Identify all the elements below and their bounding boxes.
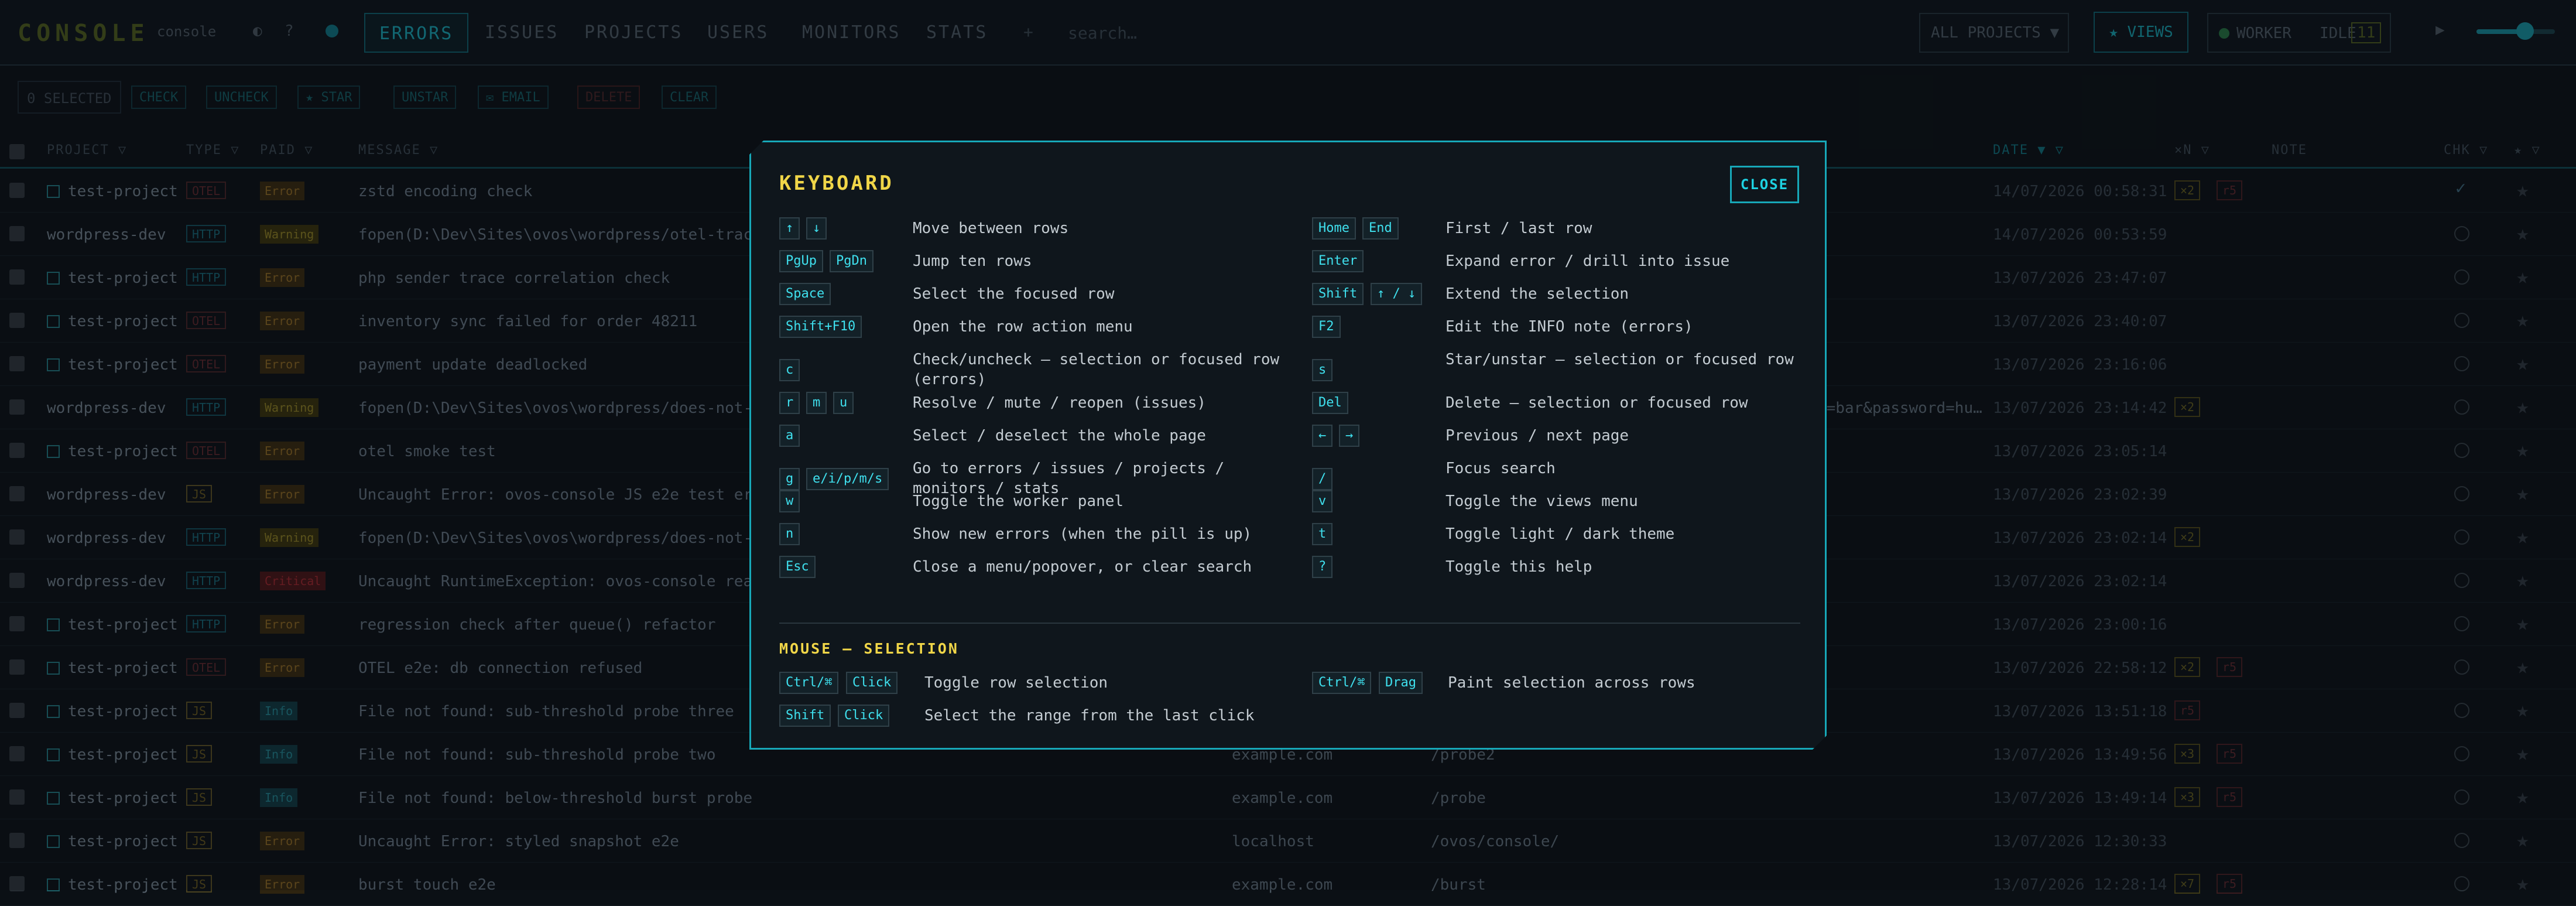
key-cap: PgDn xyxy=(830,250,873,272)
key-cap: Ctrl/⌘ xyxy=(779,672,838,694)
key-cap: r xyxy=(779,392,800,414)
shortcut-description: Focus search xyxy=(1445,460,1556,477)
key-cap: Click xyxy=(846,672,898,694)
shortcut-description: Move between rows xyxy=(913,220,1069,237)
key-cap: Home xyxy=(1312,217,1356,240)
shortcut-description: Star/unstar — selection or focused row xyxy=(1445,351,1794,368)
shortcut-description: Select the range from the last click xyxy=(924,707,1255,724)
shortcut-description: Toggle this help xyxy=(1445,558,1592,576)
shortcut-description: Jump ten rows xyxy=(913,252,1032,270)
key-cap: Shift xyxy=(779,705,831,727)
key-cap: a xyxy=(779,425,800,447)
shortcut-description: Toggle light / dark theme xyxy=(1445,525,1675,543)
key-cap: t xyxy=(1312,523,1332,545)
shortcut-description: Check/uncheck — selection or focused row… xyxy=(913,351,1280,388)
shortcut-description: Resolve / mute / reopen (issues) xyxy=(913,394,1206,412)
key-cap: / xyxy=(1312,468,1332,490)
key-cap: v xyxy=(1312,490,1332,512)
key-cap: ? xyxy=(1312,556,1332,578)
key-cap: ↓ xyxy=(806,217,827,240)
shortcut-description: Toggle the views menu xyxy=(1445,493,1638,510)
key-cap: ← xyxy=(1312,425,1332,447)
key-cap: Esc xyxy=(779,556,816,578)
key-cap: Drag xyxy=(1379,672,1423,694)
key-cap: ↑ xyxy=(779,217,800,240)
shortcut-description: Edit the INFO note (errors) xyxy=(1445,318,1693,336)
key-cap: s xyxy=(1312,359,1332,381)
shortcut-description: Toggle row selection xyxy=(924,674,1108,692)
key-cap: e/i/p/m/s xyxy=(806,468,889,490)
shortcut-description: Show new errors (when the pill is up) xyxy=(913,525,1252,543)
shortcut-description: Close a menu/popover, or clear search xyxy=(913,558,1252,576)
key-cap: Space xyxy=(779,283,831,305)
section-divider xyxy=(779,623,1800,624)
shortcut-description: Select the focused row xyxy=(913,285,1115,303)
shortcut-description: First / last row xyxy=(1445,220,1592,237)
shortcut-description: Delete — selection or focused row xyxy=(1445,394,1748,412)
key-cap: g xyxy=(779,468,800,490)
key-cap: Shift+F10 xyxy=(779,316,862,338)
shortcut-description: Previous / next page xyxy=(1445,427,1629,445)
key-cap: → xyxy=(1339,425,1359,447)
close-button[interactable]: CLOSE xyxy=(1730,166,1799,203)
keyboard-help-modal: KEYBOARD CLOSE ↑ ↓ Move between rows Home En… xyxy=(749,141,1827,750)
shortcut-description: Paint selection across rows xyxy=(1448,674,1695,692)
shortcut-description: Open the row action menu xyxy=(913,318,1133,336)
key-cap: Shift xyxy=(1312,283,1364,305)
key-cap: c xyxy=(779,359,800,381)
shortcut-description: Select / deselect the whole page xyxy=(913,427,1206,445)
shortcut-description: Toggle the worker panel xyxy=(913,493,1124,510)
modal-title: KEYBOARD xyxy=(779,172,894,195)
key-cap: m xyxy=(806,392,827,414)
key-cap: w xyxy=(779,490,800,512)
key-cap: u xyxy=(833,392,854,414)
key-cap: F2 xyxy=(1312,316,1341,338)
key-cap: Enter xyxy=(1312,250,1364,272)
key-cap: Del xyxy=(1312,392,1348,414)
key-cap: ↑ / ↓ xyxy=(1371,283,1422,305)
key-cap: Click xyxy=(838,705,889,727)
key-cap: Ctrl/⌘ xyxy=(1312,672,1371,694)
key-cap: End xyxy=(1362,217,1399,240)
shortcut-description: Extend the selection xyxy=(1445,285,1629,303)
mouse-section-title: MOUSE — SELECTION xyxy=(779,640,959,657)
key-cap: PgUp xyxy=(779,250,823,272)
key-cap: n xyxy=(779,523,800,545)
shortcut-description: Expand error / drill into issue xyxy=(1445,252,1730,270)
